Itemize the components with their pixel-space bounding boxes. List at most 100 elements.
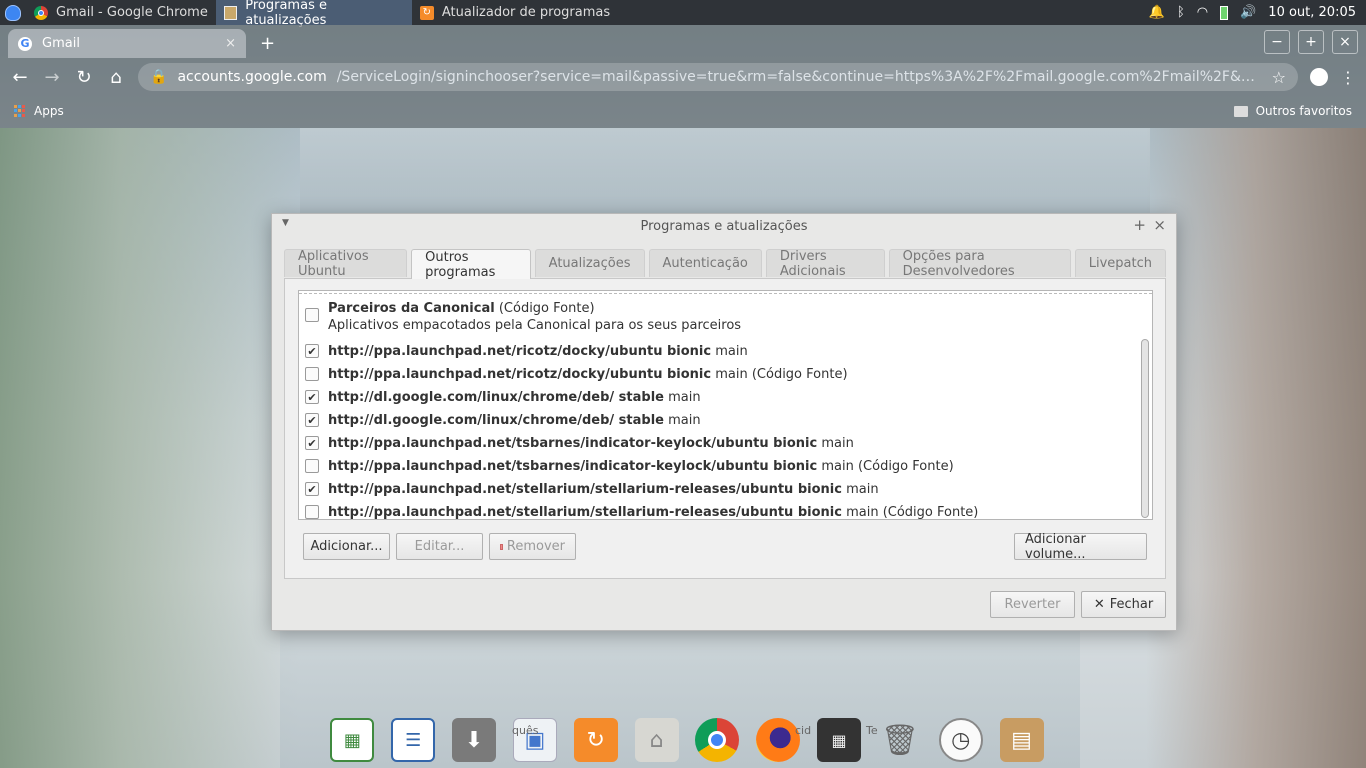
source-row[interactable]: http://ppa.launchpad.net/stellarium/stel…	[299, 501, 1152, 520]
source-checkbox[interactable]	[305, 308, 319, 322]
tab-other-software[interactable]: Outros programas	[411, 249, 531, 280]
home-folder-icon[interactable]: ⌂	[634, 718, 679, 762]
folder-icon	[1233, 105, 1248, 117]
address-bar[interactable]: 🔒 accounts.google.com/ServiceLogin/signi…	[138, 63, 1298, 91]
source-name: http://ppa.launchpad.net/ricotz/docky/ub…	[328, 344, 712, 359]
top-panel: Gmail - Google Chrome Programas e atuali…	[0, 0, 1366, 28]
source-row[interactable]: ✔ http://ppa.launchpad.net/tsbarnes/indi…	[299, 432, 1152, 455]
source-suffix: main	[663, 390, 701, 405]
calculator-icon[interactable]: ▦	[817, 718, 862, 762]
url-host: accounts.google.com	[177, 69, 327, 85]
dock: ▦ ☰ ⬇ ▣ ↻ ⌂ ▦ 🗑 ◷ ▤	[322, 708, 1052, 768]
source-checkbox[interactable]	[305, 505, 319, 519]
maximize-button[interactable]: +	[1298, 30, 1324, 54]
window-controls: − + ×	[1264, 30, 1366, 54]
revert-button[interactable]: Reverter	[990, 591, 1075, 618]
remove-source-button[interactable]: Remover	[489, 533, 576, 560]
source-checkbox[interactable]: ✔	[305, 482, 319, 496]
dialog-titlebar[interactable]: ▼ Programas e atualizações + ×	[272, 214, 1176, 238]
tab-additional-drivers[interactable]: Drivers Adicionais	[765, 249, 885, 279]
tab-authentication[interactable]: Autenticação	[648, 249, 762, 277]
close-window-button[interactable]: ×	[1332, 30, 1358, 54]
apps-grid-icon[interactable]	[14, 105, 26, 117]
taskbar-label: Programas e atualizações	[245, 0, 327, 28]
clock-icon[interactable]: ◷	[938, 718, 983, 762]
browser-toolbar: ← → ↻ ⌂ 🔒 accounts.google.com/ServiceLog…	[0, 58, 1366, 96]
software-properties-icon	[223, 5, 238, 20]
battery-icon[interactable]	[1220, 5, 1229, 20]
source-row[interactable]: ✔ http://dl.google.com/linux/chrome/deb/…	[299, 386, 1152, 409]
edit-source-button[interactable]: Editar...	[396, 533, 483, 560]
taskbar-item-chrome[interactable]: Gmail - Google Chrome	[26, 0, 216, 25]
tab-updates[interactable]: Atualizações	[534, 249, 645, 277]
wifi-icon[interactable]: ◠	[1197, 5, 1208, 20]
source-row[interactable]: http://ppa.launchpad.net/ricotz/docky/ub…	[299, 363, 1152, 386]
source-suffix: main (Código Fonte)	[817, 459, 954, 474]
firefox-icon[interactable]	[756, 718, 801, 762]
forward-arrow-icon[interactable]: →	[42, 67, 62, 88]
google-g-icon: G	[18, 36, 32, 51]
new-tab-button[interactable]: +	[260, 33, 275, 54]
add-source-button[interactable]: Adicionar...	[303, 533, 390, 560]
minimize-button[interactable]: −	[1264, 30, 1290, 54]
window-menu-icon[interactable]: ▼	[282, 218, 289, 228]
libreoffice-writer-icon[interactable]: ☰	[391, 718, 436, 762]
taskbar-item-software-updater[interactable]: ↻ Atualizador de programas	[412, 0, 618, 25]
source-checkbox[interactable]	[305, 459, 319, 473]
source-text: http://ppa.launchpad.net/tsbarnes/indica…	[328, 455, 954, 478]
back-arrow-icon[interactable]: ←	[10, 67, 30, 88]
source-text: http://ppa.launchpad.net/ricotz/docky/ub…	[328, 340, 748, 363]
trash-icon[interactable]: 🗑	[878, 718, 922, 762]
source-suffix: main	[663, 413, 701, 428]
source-name: http://dl.google.com/linux/chrome/deb/ s…	[328, 413, 664, 428]
source-row[interactable]: ✔ http://ppa.launchpad.net/ricotz/docky/…	[299, 340, 1152, 363]
close-icon[interactable]: ×	[1153, 216, 1166, 234]
dock-tooltip-fragment: Te	[866, 724, 878, 737]
source-checkbox[interactable]: ✔	[305, 436, 319, 450]
app-menu-button[interactable]	[0, 0, 26, 25]
home-icon[interactable]: ⌂	[106, 67, 126, 88]
source-checkbox[interactable]	[305, 367, 319, 381]
list-scrollbar[interactable]	[1141, 339, 1149, 518]
source-text: http://ppa.launchpad.net/stellarium/stel…	[328, 501, 979, 520]
bookmarks-bar: Apps Outros favoritos	[0, 96, 1366, 126]
other-bookmarks[interactable]: Outros favoritos	[1233, 104, 1352, 118]
source-row[interactable]: Parceiros da Canonical (Código Fonte) Apl…	[299, 294, 1152, 340]
source-checkbox[interactable]: ✔	[305, 413, 319, 427]
wallpaper-roofs	[300, 128, 1150, 218]
tab-ubuntu-software[interactable]: Aplicativos Ubuntu	[284, 249, 408, 279]
chrome-icon[interactable]	[695, 718, 740, 762]
maximize-icon[interactable]: +	[1133, 216, 1146, 234]
software-updater-icon[interactable]: ↻	[573, 718, 618, 762]
tab-livepatch[interactable]: Livepatch	[1074, 249, 1166, 277]
source-suffix: main (Código Fonte)	[841, 505, 979, 520]
source-row[interactable]: http://ppa.launchpad.net/tsbarnes/indica…	[299, 455, 1152, 478]
archive-manager-icon[interactable]: ▤	[999, 718, 1044, 762]
volume-icon[interactable]: 🔊	[1240, 5, 1256, 20]
system-tray: 🔔 ᛒ ◠ 🔊 10 out, 20:05	[1149, 5, 1366, 20]
source-name: http://ppa.launchpad.net/tsbarnes/indica…	[328, 459, 818, 474]
profile-avatar-icon[interactable]	[1310, 68, 1328, 86]
source-checkbox[interactable]: ✔	[305, 390, 319, 404]
tab-close-icon[interactable]: ×	[225, 36, 236, 51]
notification-bell-icon[interactable]: 🔔	[1149, 5, 1165, 20]
tab-gmail[interactable]: G Gmail ×	[8, 29, 246, 58]
bookmark-star-icon[interactable]: ☆	[1272, 68, 1286, 87]
bookmark-apps[interactable]: Apps	[34, 104, 64, 118]
tab-developer-options[interactable]: Opções para Desenvolvedores	[888, 249, 1071, 279]
bluetooth-icon[interactable]: ᛒ	[1177, 5, 1185, 20]
source-text: http://dl.google.com/linux/chrome/deb/ s…	[328, 409, 701, 432]
chrome-menu-icon[interactable]: ⋮	[1340, 68, 1356, 87]
reload-icon[interactable]: ↻	[74, 67, 94, 88]
source-checkbox[interactable]: ✔	[305, 344, 319, 358]
libreoffice-calc-icon[interactable]: ▦	[330, 718, 375, 762]
add-volume-button[interactable]: Adicionar volume...	[1014, 532, 1147, 562]
source-row[interactable]: ✔ http://ppa.launchpad.net/stellarium/st…	[299, 478, 1152, 501]
taskbar-item-software-properties[interactable]: Programas e atualizações	[215, 0, 412, 28]
sources-list: Parceiros da Canonical (Código Fonte) Apl…	[298, 290, 1153, 520]
clock[interactable]: 10 out, 20:05	[1268, 5, 1356, 20]
package-installer-icon[interactable]: ⬇	[452, 718, 497, 762]
source-row[interactable]: ✔ http://dl.google.com/linux/chrome/deb/…	[299, 409, 1152, 432]
source-name: http://ppa.launchpad.net/tsbarnes/indica…	[328, 436, 818, 451]
close-button[interactable]: ✕ Fechar	[1081, 591, 1166, 618]
